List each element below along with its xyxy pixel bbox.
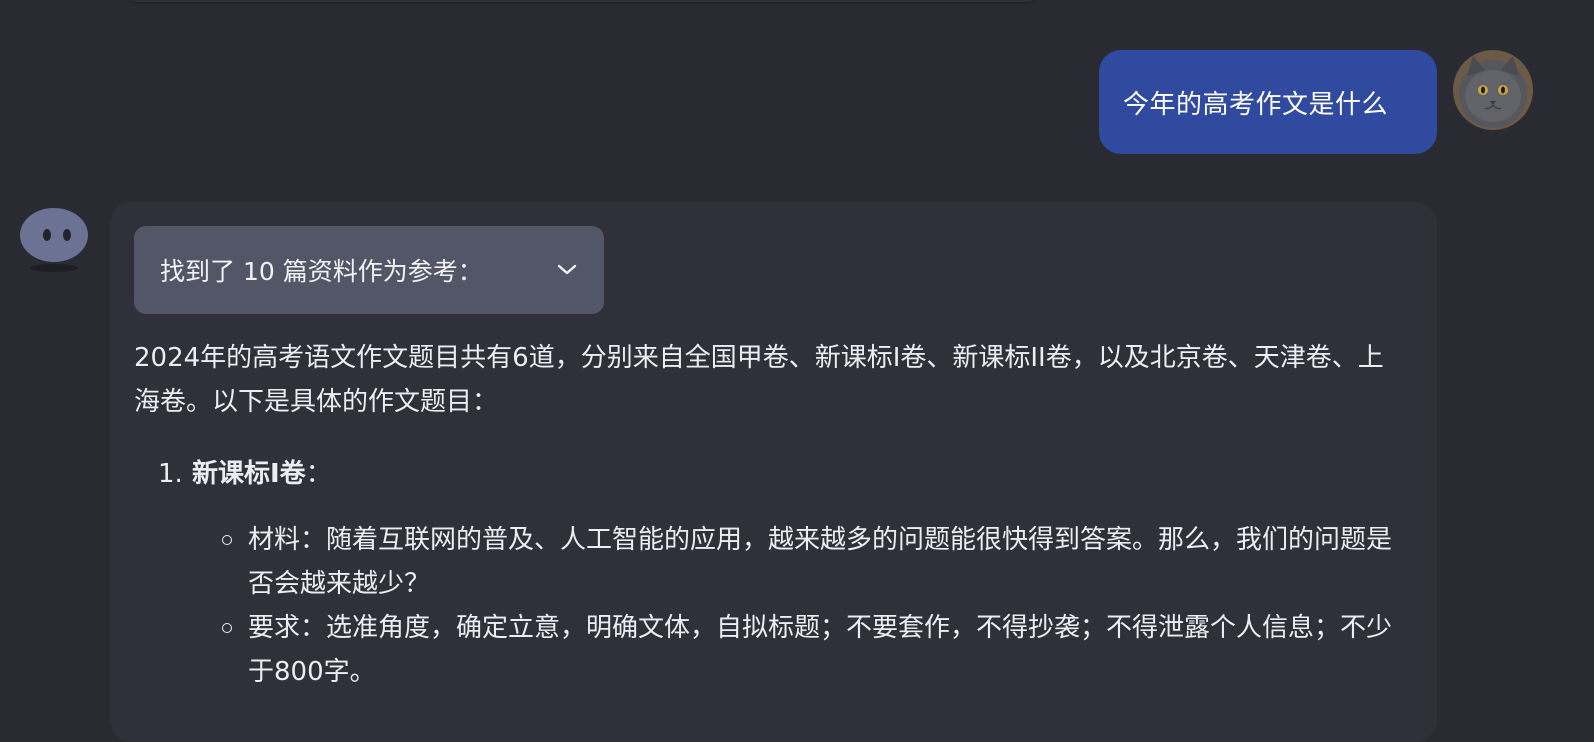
user-message-bubble: 今年的高考作文是什么 [1099,50,1437,154]
hollow-bullet-icon [222,535,232,545]
sub-list-item: 材料：随着互联网的普及、人工智能的应用，越来越多的问题能很快得到答案。那么，我们… [134,518,1406,606]
sub-list-text: 要求：选准角度，确定立意，明确文体，自拟标题；不要套作，不得抄袭；不得泄露个人信… [248,613,1393,687]
bot-avatar-icon [20,207,88,272]
list-item-number: 1. [158,459,183,489]
hollow-bullet-icon [222,623,232,633]
sub-list-item: 要求：选准角度，确定立意，明确文体，自拟标题；不要套作，不得抄袭；不得泄露个人信… [134,606,1406,694]
answer-intro: 2024年的高考语文作文题目共有6道，分别来自全国甲卷、新课标I卷、新课标II卷… [134,343,1384,417]
list-item: 1. 新课标I卷： [134,452,1406,496]
references-label: 找到了 10 篇资料作为参考： [160,257,483,286]
sub-list: 材料：随着互联网的普及、人工智能的应用，越来越多的问题能很快得到答案。那么，我们… [134,518,1406,694]
chevron-down-icon [556,259,578,281]
assistant-answer: 2024年的高考语文作文题目共有6道，分别来自全国甲卷、新课标I卷、新课标II卷… [134,336,1406,694]
sub-list-text: 材料：随着互联网的普及、人工智能的应用，越来越多的问题能很快得到答案。那么，我们… [248,525,1393,599]
user-message-text: 今年的高考作文是什么 [1123,89,1389,120]
previous-panel-edge [125,0,1040,2]
list-item-title: 新课标I卷 [192,459,306,489]
cat-avatar-icon[interactable] [1453,50,1533,130]
user-message-row: 今年的高考作文是什么 [0,50,1594,160]
references-toggle-button[interactable]: 找到了 10 篇资料作为参考： [134,226,604,314]
list-item-suffix: ： [305,459,332,489]
assistant-message-card: 找到了 10 篇资料作为参考： 2024年的高考语文作文题目共有6道，分别来自全… [110,202,1437,742]
